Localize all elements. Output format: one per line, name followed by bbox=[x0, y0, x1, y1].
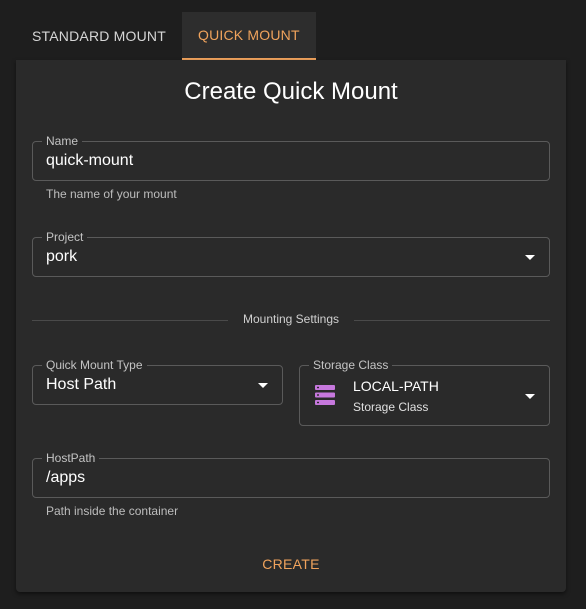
storage-server-icon bbox=[315, 385, 335, 405]
name-helper-text: The name of your mount bbox=[46, 187, 177, 201]
chevron-down-icon bbox=[525, 394, 535, 399]
project-select-label: Project bbox=[42, 230, 88, 244]
page-title: Create Quick Mount bbox=[184, 78, 398, 105]
project-select-value: pork bbox=[46, 248, 78, 265]
tab-standard-mount[interactable]: STANDARD MOUNT bbox=[16, 12, 182, 60]
host-path-value: /apps bbox=[46, 469, 86, 486]
name-field[interactable]: Name quick-mount bbox=[32, 134, 550, 181]
mount-tabs: STANDARD MOUNT QUICK MOUNT bbox=[16, 12, 316, 60]
host-path-field[interactable]: HostPath /apps bbox=[32, 451, 550, 498]
storage-class-subtitle: Storage Class bbox=[353, 400, 429, 414]
quick-mount-card: Create Quick Mount Name quick-mount The … bbox=[16, 60, 566, 592]
chevron-down-icon bbox=[258, 383, 268, 388]
mounting-settings-divider: Mounting Settings bbox=[32, 312, 550, 326]
quick-mount-type-label: Quick Mount Type bbox=[42, 358, 147, 372]
mounting-settings-label: Mounting Settings bbox=[242, 312, 340, 326]
name-field-value: quick-mount bbox=[46, 152, 134, 169]
create-button[interactable]: CREATE bbox=[246, 550, 336, 578]
quick-mount-type-select[interactable]: Quick Mount Type Host Path bbox=[32, 358, 283, 405]
name-field-label: Name bbox=[42, 134, 83, 148]
chevron-down-icon bbox=[525, 255, 535, 260]
storage-class-label: Storage Class bbox=[309, 358, 393, 372]
storage-class-select[interactable]: Storage Class LOCAL-PATH Storage Class bbox=[299, 358, 550, 426]
host-path-helper-text: Path inside the container bbox=[46, 504, 179, 518]
quick-mount-type-value: Host Path bbox=[46, 376, 117, 393]
storage-class-value: LOCAL-PATH bbox=[353, 378, 439, 394]
project-select[interactable]: Project pork bbox=[32, 230, 550, 277]
host-path-label: HostPath bbox=[42, 451, 100, 465]
tab-quick-mount[interactable]: QUICK MOUNT bbox=[181, 12, 316, 60]
